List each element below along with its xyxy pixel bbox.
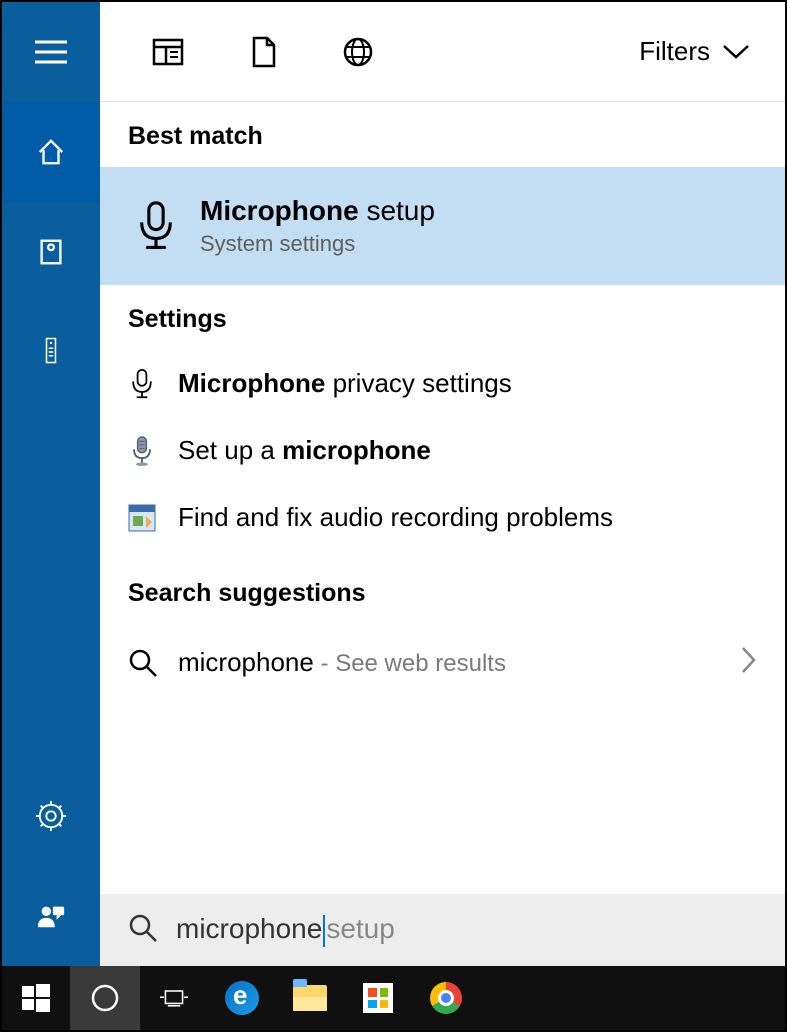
settings-result-label: Set up a microphone [178, 435, 431, 466]
search-icon [128, 648, 178, 678]
best-match-title: Microphone setup [200, 195, 435, 227]
settings-result-privacy[interactable]: Microphone privacy settings [100, 350, 785, 417]
remote-button[interactable] [2, 302, 100, 402]
settings-result-troubleshoot[interactable]: Find and fix audio recording problems [100, 484, 785, 551]
folder-icon [293, 985, 327, 1011]
chevron-down-icon [722, 44, 750, 60]
people-button[interactable] [2, 866, 100, 966]
filter-apps-icon[interactable] [120, 2, 215, 101]
troubleshoot-icon [128, 503, 178, 533]
filter-web-icon[interactable] [310, 2, 405, 101]
microphone-icon [120, 201, 192, 251]
edge-icon [225, 981, 259, 1015]
best-match-result[interactable]: Microphone setup System settings [100, 167, 785, 285]
task-view-button[interactable] [140, 966, 208, 1030]
home-button[interactable] [2, 102, 100, 202]
filters-dropdown[interactable]: Filters [639, 36, 765, 67]
search-suggestion-text: microphone - See web results [178, 647, 506, 678]
apps-button[interactable] [2, 202, 100, 302]
search-icon [128, 913, 158, 948]
start-button[interactable] [2, 966, 70, 1030]
settings-header: Settings [100, 285, 785, 350]
windows-taskbar [2, 966, 785, 1030]
search-suggestions-header: Search suggestions [100, 559, 785, 624]
search-input-bar[interactable]: microphonesetup [100, 894, 785, 966]
cortana-sidebar [2, 2, 100, 966]
settings-result-setup[interactable]: Set up a microphone [100, 417, 785, 484]
microsoft-store-button[interactable] [344, 966, 412, 1030]
cortana-button[interactable] [70, 966, 140, 1030]
microphone-outline-icon [128, 369, 178, 399]
search-filter-bar: Filters [100, 2, 785, 102]
store-icon [363, 983, 393, 1013]
settings-result-label: Microphone privacy settings [178, 368, 512, 399]
search-results-panel: Filters Best match Microphone setup Syst… [100, 2, 785, 966]
chrome-browser-button[interactable] [412, 966, 480, 1030]
web-search-suggestion[interactable]: microphone - See web results [100, 624, 785, 701]
hamburger-menu-button[interactable] [2, 2, 100, 102]
search-input-text: microphonesetup [176, 913, 395, 947]
best-match-subtitle: System settings [200, 231, 435, 257]
file-explorer-button[interactable] [276, 966, 344, 1030]
chevron-right-icon [741, 646, 757, 679]
filter-documents-icon[interactable] [215, 2, 310, 101]
edge-browser-button[interactable] [208, 966, 276, 1030]
best-match-header: Best match [100, 102, 785, 167]
microphone-setup-icon [128, 436, 178, 466]
filters-label: Filters [639, 36, 710, 67]
chrome-icon [430, 982, 462, 1014]
settings-button[interactable] [2, 766, 100, 866]
settings-result-label: Find and fix audio recording problems [178, 502, 613, 533]
